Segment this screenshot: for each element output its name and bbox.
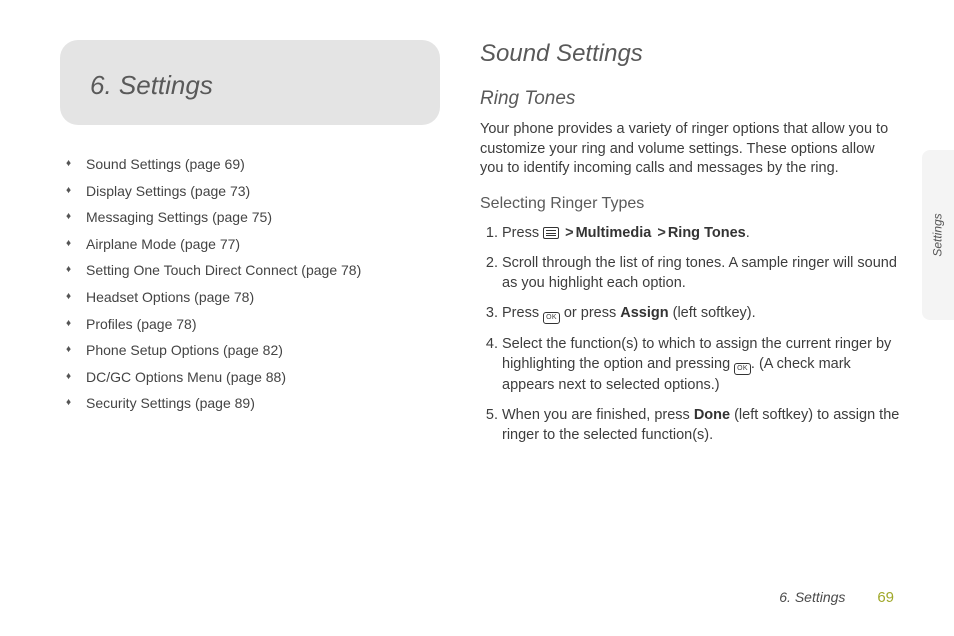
- step-text: When you are finished, press: [502, 407, 694, 423]
- toc-item: ♦Headset Options (page 78): [86, 284, 440, 311]
- menu-key-icon: [543, 227, 559, 239]
- separator-icon: >: [563, 225, 575, 241]
- toc-item: ♦Profiles (page 78): [86, 311, 440, 338]
- softkey-label: Done: [694, 407, 730, 423]
- menu-path: Ring Tones: [668, 225, 746, 241]
- subsection-title: Ring Tones: [480, 88, 900, 110]
- section-tab: Settings: [922, 150, 954, 320]
- toc-label: Setting One Touch Direct Connect (page 7…: [86, 262, 361, 278]
- toc-label: Profiles (page 78): [86, 316, 197, 332]
- bullet-icon: ♦: [66, 337, 71, 363]
- page-footer: 6. Settings 69: [779, 589, 894, 606]
- toc-item: ♦Phone Setup Options (page 82): [86, 337, 440, 364]
- bullet-icon: ♦: [66, 257, 71, 283]
- chapter-title: 6. Settings: [90, 70, 410, 101]
- step-text: (left softkey).: [669, 305, 756, 321]
- table-of-contents: ♦Sound Settings (page 69) ♦Display Setti…: [60, 151, 440, 417]
- toc-item: ♦Setting One Touch Direct Connect (page …: [86, 257, 440, 284]
- toc-item: ♦Sound Settings (page 69): [86, 151, 440, 178]
- left-column: 6. Settings ♦Sound Settings (page 69) ♦D…: [60, 40, 440, 455]
- section-title: Sound Settings: [480, 40, 900, 68]
- bullet-icon: ♦: [66, 364, 71, 390]
- bullet-icon: ♦: [66, 231, 71, 257]
- chapter-heading-box: 6. Settings: [60, 40, 440, 125]
- right-column: Sound Settings Ring Tones Your phone pro…: [480, 40, 900, 455]
- toc-item: ♦Airplane Mode (page 77): [86, 231, 440, 258]
- bullet-icon: ♦: [66, 151, 71, 177]
- step-list: Press >Multimedia >Ring Tones. Scroll th…: [480, 223, 900, 445]
- toc-label: Phone Setup Options (page 82): [86, 342, 283, 358]
- toc-label: DC/GC Options Menu (page 88): [86, 369, 286, 385]
- bullet-icon: ♦: [66, 390, 71, 416]
- toc-label: Sound Settings (page 69): [86, 156, 245, 172]
- section-tab-label: Settings: [931, 213, 945, 256]
- procedure-heading: Selecting Ringer Types: [480, 195, 900, 213]
- toc-item: ♦Security Settings (page 89): [86, 390, 440, 417]
- step-item: Select the function(s) to which to assig…: [502, 334, 900, 395]
- ok-key-icon: OK: [543, 312, 560, 324]
- intro-paragraph: Your phone provides a variety of ringer …: [480, 120, 900, 179]
- softkey-label: Assign: [620, 305, 668, 321]
- step-item: Press >Multimedia >Ring Tones.: [502, 223, 900, 243]
- toc-label: Display Settings (page 73): [86, 183, 250, 199]
- step-text: Press: [502, 305, 543, 321]
- toc-item: ♦Display Settings (page 73): [86, 178, 440, 205]
- toc-label: Messaging Settings (page 75): [86, 209, 272, 225]
- toc-label: Security Settings (page 89): [86, 395, 255, 411]
- page-content: 6. Settings ♦Sound Settings (page 69) ♦D…: [0, 0, 954, 455]
- bullet-icon: ♦: [66, 311, 71, 337]
- toc-label: Airplane Mode (page 77): [86, 236, 240, 252]
- footer-chapter: 6. Settings: [779, 589, 845, 605]
- step-text: Scroll through the list of ring tones. A…: [502, 255, 897, 291]
- toc-label: Headset Options (page 78): [86, 289, 254, 305]
- bullet-icon: ♦: [66, 178, 71, 204]
- step-text: Press: [502, 225, 543, 241]
- step-item: Scroll through the list of ring tones. A…: [502, 253, 900, 293]
- ok-key-icon: OK: [734, 363, 751, 375]
- toc-item: ♦Messaging Settings (page 75): [86, 204, 440, 231]
- bullet-icon: ♦: [66, 284, 71, 310]
- page-number: 69: [877, 589, 894, 606]
- menu-path: Multimedia: [576, 225, 652, 241]
- toc-item: ♦DC/GC Options Menu (page 88): [86, 364, 440, 391]
- step-item: Press OK or press Assign (left softkey).: [502, 303, 900, 324]
- step-item: When you are finished, press Done (left …: [502, 405, 900, 445]
- bullet-icon: ♦: [66, 204, 71, 230]
- step-text: or press: [560, 305, 620, 321]
- separator-icon: >: [655, 225, 667, 241]
